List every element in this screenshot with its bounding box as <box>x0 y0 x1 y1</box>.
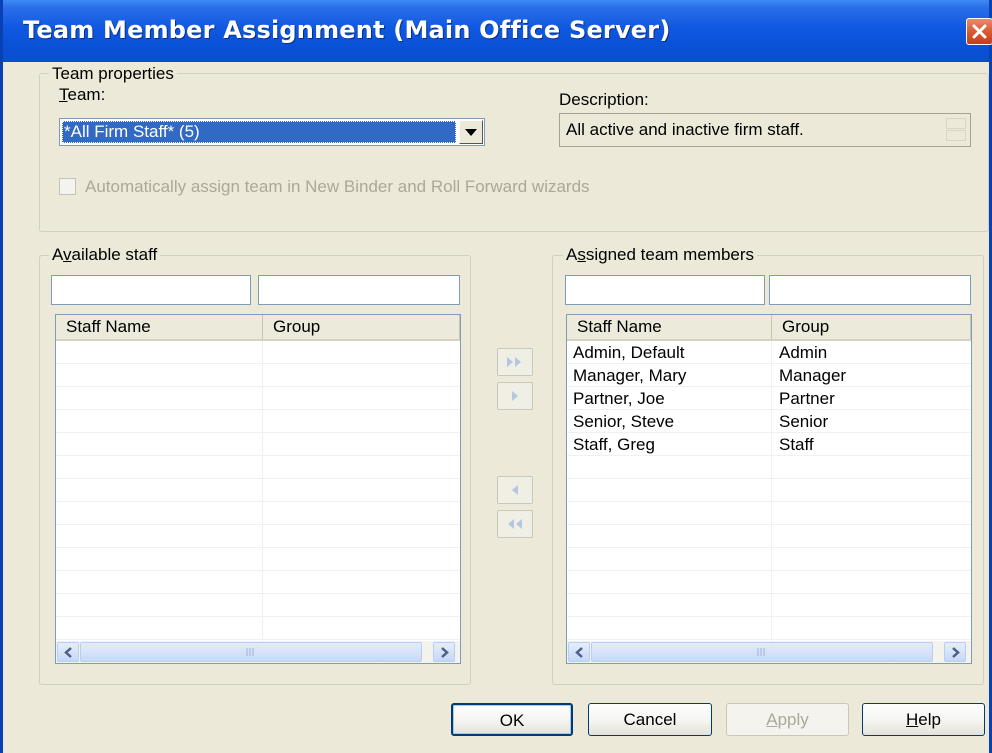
scroll-left-icon <box>64 647 72 658</box>
close-icon <box>972 24 987 39</box>
team-properties-legend: Team properties <box>49 64 177 84</box>
assigned-filter-name-input[interactable] <box>565 275 765 305</box>
staff-name-cell: Staff, Greg <box>573 435 655 454</box>
scroll-thumb[interactable] <box>591 642 933 662</box>
scroll-left-button[interactable] <box>57 642 79 662</box>
cancel-button[interactable]: Cancel <box>588 703 712 736</box>
team-properties-group <box>39 73 989 232</box>
staff-name-cell: Partner, Joe <box>573 389 665 408</box>
table-row[interactable]: Staff, Greg Staff <box>567 433 971 456</box>
team-combobox[interactable]: *All Firm Staff* (5) <box>59 118 485 146</box>
assigned-filter-group-input[interactable] <box>769 275 971 305</box>
apply-button[interactable]: Apply <box>726 703 849 736</box>
column-group[interactable]: Group <box>772 315 971 339</box>
description-label: Description: <box>559 90 649 109</box>
team-dropdown-button[interactable] <box>459 120 483 144</box>
staff-name-cell: Manager, Mary <box>573 366 687 385</box>
table-row[interactable]: Admin, Default Admin <box>567 341 971 364</box>
column-staff-name[interactable]: Staff Name <box>567 315 772 339</box>
assigned-members-list[interactable]: Staff Name Group Admin, Default Admin Ma… <box>566 314 972 664</box>
group-cell: Admin <box>779 343 828 362</box>
table-row[interactable]: Partner, Joe Partner <box>567 387 971 410</box>
scroll-right-button[interactable] <box>944 642 966 662</box>
close-button[interactable] <box>966 18 992 45</box>
list-header: Staff Name Group <box>56 315 460 341</box>
auto-assign-checkbox[interactable] <box>59 178 76 195</box>
column-group[interactable]: Group <box>263 315 460 339</box>
grip-icon <box>246 648 254 656</box>
team-label: Team: <box>59 85 106 104</box>
team-selected-value: *All Firm Staff* (5) <box>62 121 456 143</box>
auto-assign-label: Automatically assign team in New Binder … <box>85 177 590 196</box>
group-cell: Senior <box>779 412 829 431</box>
title-bar[interactable]: Team Member Assignment (Main Office Serv… <box>3 0 992 62</box>
help-button[interactable]: Help <box>862 703 985 736</box>
available-filter-name-input[interactable] <box>51 275 251 305</box>
window-title: Team Member Assignment (Main Office Serv… <box>23 16 671 44</box>
available-hscrollbar[interactable] <box>56 641 460 663</box>
scroll-left-button[interactable] <box>568 642 590 662</box>
column-staff-name[interactable]: Staff Name <box>56 315 263 339</box>
description-field: All active and inactive firm staff. <box>559 113 971 147</box>
list-header: Staff Name Group <box>567 315 971 341</box>
staff-name-cell: Admin, Default <box>573 343 685 362</box>
available-staff-list[interactable]: Staff Name Group <box>55 314 461 664</box>
group-cell: Manager <box>779 366 847 385</box>
add-all-icon <box>507 357 521 367</box>
assigned-hscrollbar[interactable] <box>567 641 971 663</box>
dialog-window: Team Member Assignment (Main Office Serv… <box>0 0 992 753</box>
remove-all-icon <box>508 519 522 529</box>
available-filter-group-input[interactable] <box>258 275 460 305</box>
add-button[interactable] <box>497 382 533 410</box>
remove-icon <box>512 485 518 495</box>
assigned-members-legend: Assigned team members <box>563 245 758 265</box>
group-cell: Partner <box>779 389 835 408</box>
ok-button[interactable]: OK <box>451 703 573 736</box>
remove-button[interactable] <box>497 476 533 504</box>
staff-name-cell: Senior, Steve <box>573 412 675 431</box>
remove-all-button[interactable] <box>497 510 533 538</box>
add-icon <box>512 391 518 401</box>
scroll-thumb[interactable] <box>80 642 422 662</box>
scroll-right-icon <box>952 647 960 658</box>
group-cell: Staff <box>779 435 814 454</box>
table-row[interactable]: Manager, Mary Manager <box>567 364 971 387</box>
description-value: All active and inactive firm staff. <box>566 120 804 139</box>
dropdown-arrow-icon <box>465 129 477 136</box>
scroll-left-icon <box>575 647 583 658</box>
add-all-button[interactable] <box>497 348 533 376</box>
scroll-right-button[interactable] <box>433 642 455 662</box>
description-spin <box>946 118 966 142</box>
available-staff-legend: Available staff <box>49 245 161 265</box>
grip-icon <box>757 648 765 656</box>
scroll-right-icon <box>441 647 449 658</box>
table-row[interactable]: Senior, Steve Senior <box>567 410 971 433</box>
